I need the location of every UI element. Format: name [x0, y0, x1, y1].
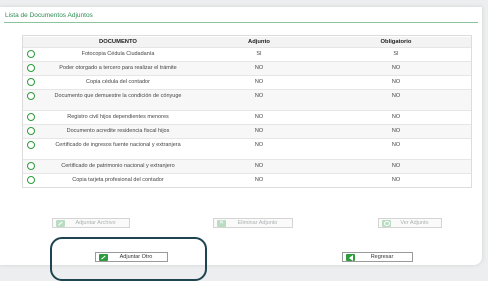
table-row[interactable]: Fotocopia Cédula Ciudadanía SI SI	[23, 47, 471, 62]
row-radio-button[interactable]	[27, 78, 35, 86]
documents-table: DOCUMENTO Adjunto Obligatorio Fotocopia …	[23, 37, 471, 187]
panel-title: Lista de Documentos Adjuntos	[5, 12, 93, 19]
highlight-outline	[50, 237, 207, 281]
header-documento: DOCUMENTO	[39, 37, 197, 48]
table-header-row: DOCUMENTO Adjunto Obligatorio	[23, 37, 471, 48]
cell-adjunto: NO	[197, 124, 321, 139]
row-radio-button[interactable]	[27, 176, 35, 184]
documents-panel: Lista de Documentos Adjuntos DOCUMENTO A…	[0, 7, 482, 265]
row-radio-button[interactable]	[27, 64, 35, 72]
cell-documento: Poder otorgado a tercero para realizar e…	[39, 61, 197, 76]
cell-documento: Registro civil hijos dependientes menore…	[39, 110, 197, 125]
cell-documento: Copia cédula del contador	[39, 75, 197, 90]
cell-adjunto: NO	[197, 173, 321, 187]
arrow-left-icon	[346, 254, 355, 261]
cell-obligatorio: NO	[321, 173, 471, 187]
cell-adjunto: NO	[197, 138, 321, 160]
table-row[interactable]: Documento que demuestre la condición de …	[23, 89, 471, 111]
cell-obligatorio: NO	[321, 110, 471, 125]
adjuntar-archivo-label: Adjuntar Archivo	[75, 220, 116, 226]
cell-documento: Documento que demuestre la condición de …	[39, 89, 197, 111]
eliminar-adjunto-button[interactable]: Eliminar Adjunto	[213, 218, 293, 228]
eye-icon	[382, 220, 391, 227]
header-adjunto: Adjunto	[197, 37, 321, 48]
cell-adjunto: NO	[197, 89, 321, 111]
table-row[interactable]: Copia cédula del contador NO NO	[23, 75, 471, 90]
cell-adjunto: NO	[197, 110, 321, 125]
ver-adjunto-label: Ver Adjunto	[400, 220, 429, 226]
cell-adjunto: SI	[197, 47, 321, 62]
header-select	[23, 37, 39, 48]
table-row[interactable]: Copia tarjeta profesional del contador N…	[23, 173, 471, 187]
table-row[interactable]: Poder otorgado a tercero para realizar e…	[23, 61, 471, 76]
eliminar-adjunto-label: Eliminar Adjunto	[237, 220, 278, 226]
cell-obligatorio: NO	[321, 159, 471, 174]
cell-adjunto: NO	[197, 159, 321, 174]
pencil-icon	[56, 220, 65, 227]
cell-obligatorio: SI	[321, 47, 471, 62]
cell-documento: Documento acredite residencia fiscal hij…	[39, 124, 197, 139]
table-row[interactable]: Certificado de patrimonio nacional y ext…	[23, 159, 471, 174]
table-row[interactable]: Documento acredite residencia fiscal hij…	[23, 124, 471, 139]
cell-documento: Copia tarjeta profesional del contador	[39, 173, 197, 187]
cell-adjunto: NO	[197, 61, 321, 76]
regresar-button[interactable]: Regresar	[342, 252, 413, 262]
cell-adjunto: NO	[197, 75, 321, 90]
cell-documento: Certificado de ingresos fuente nacional …	[39, 138, 197, 160]
row-radio-button[interactable]	[27, 141, 35, 149]
cell-obligatorio: NO	[321, 89, 471, 111]
row-radio-button[interactable]	[27, 92, 35, 100]
header-obligatorio: Obligatorio	[321, 37, 471, 48]
cell-documento: Fotocopia Cédula Ciudadanía	[39, 47, 197, 62]
row-radio-button[interactable]	[27, 127, 35, 135]
cell-obligatorio: NO	[321, 124, 471, 139]
row-radio-button[interactable]	[27, 50, 35, 58]
title-divider	[4, 22, 478, 23]
adjuntar-archivo-button[interactable]: Adjuntar Archivo	[52, 218, 130, 228]
table-row[interactable]: Certificado de ingresos fuente nacional …	[23, 138, 471, 160]
cell-obligatorio: NO	[321, 61, 471, 76]
row-radio-button[interactable]	[27, 162, 35, 170]
regresar-label: Regresar	[370, 254, 394, 260]
ver-adjunto-button[interactable]: Ver Adjunto	[378, 218, 442, 228]
documents-table-container: DOCUMENTO Adjunto Obligatorio Fotocopia …	[22, 35, 472, 188]
cell-documento: Certificado de patrimonio nacional y ext…	[39, 159, 197, 174]
row-radio-button[interactable]	[27, 113, 35, 121]
cell-obligatorio: NO	[321, 138, 471, 160]
close-icon	[217, 220, 226, 227]
table-row[interactable]: Registro civil hijos dependientes menore…	[23, 110, 471, 125]
cell-obligatorio: NO	[321, 75, 471, 90]
